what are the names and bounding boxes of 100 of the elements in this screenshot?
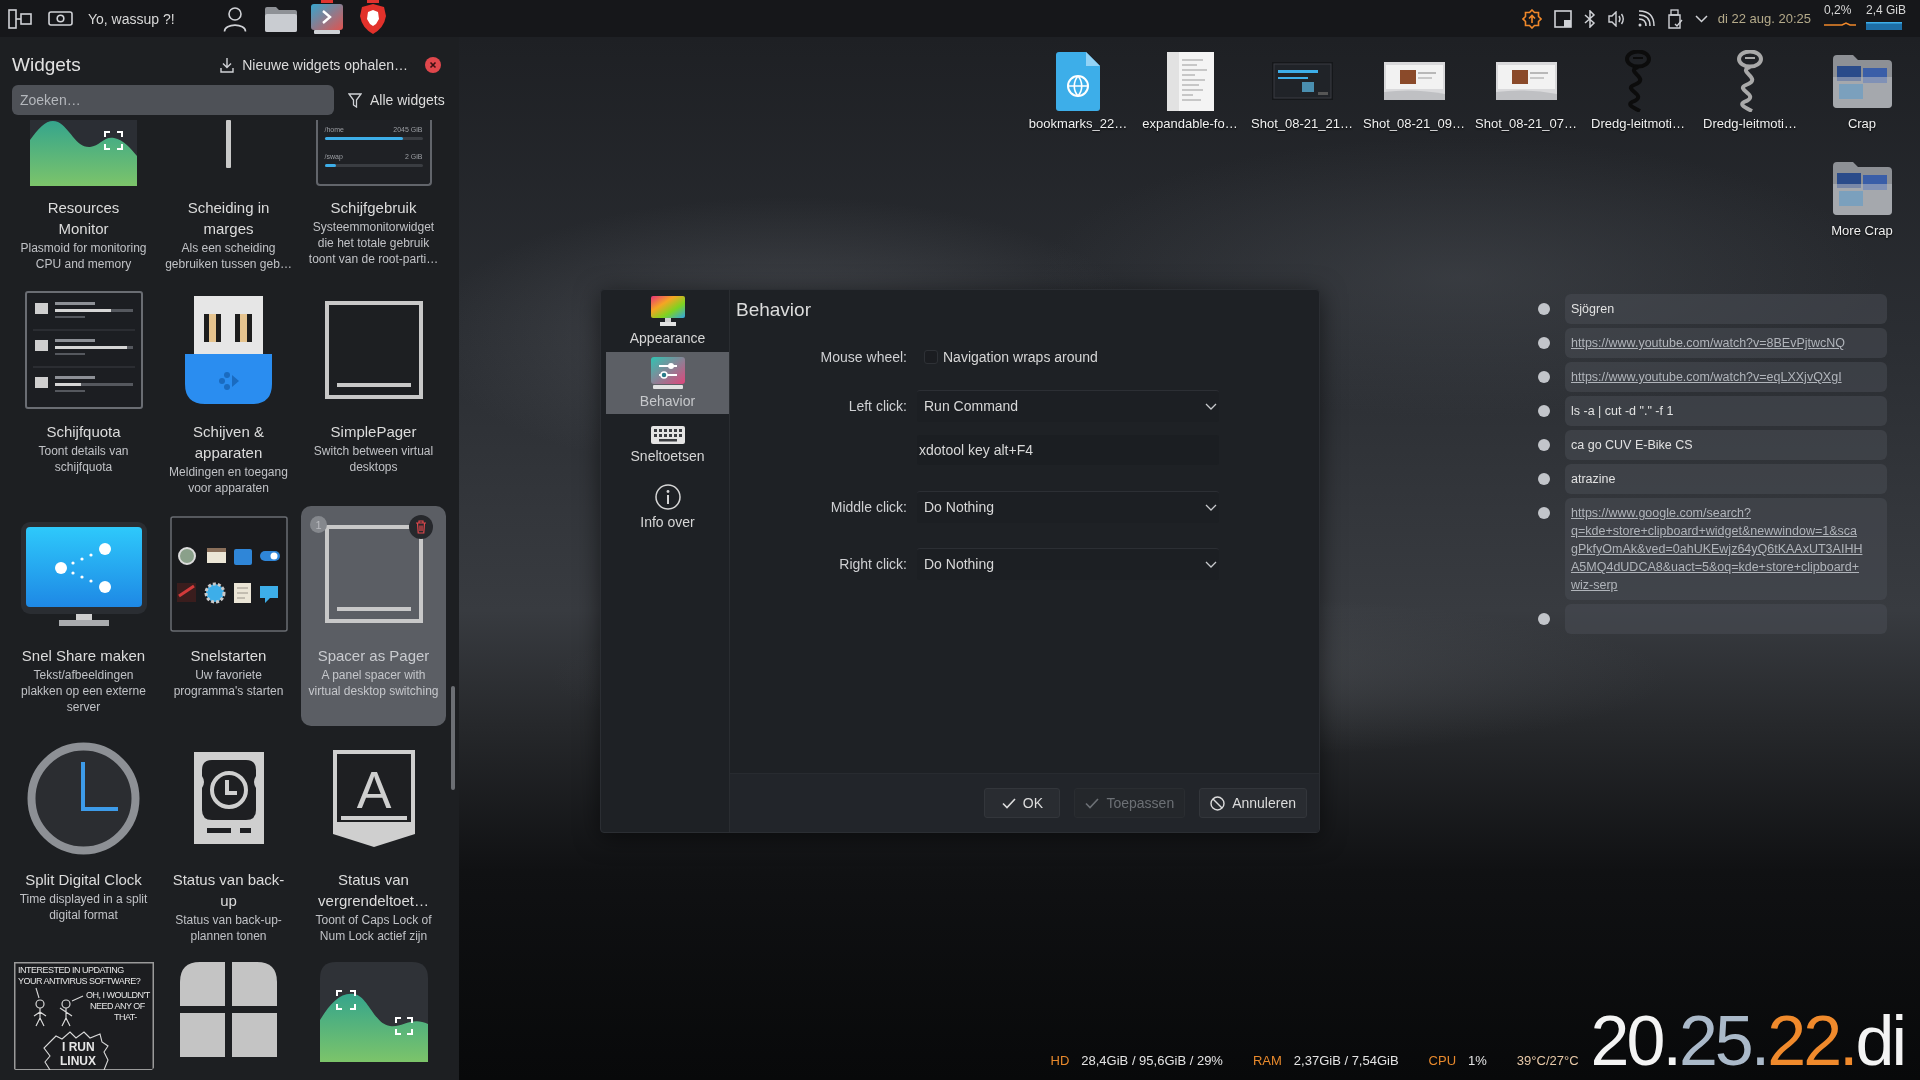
command-field[interactable]: xdotool key alt+F4	[917, 434, 1219, 465]
monitor-share-icon	[20, 522, 147, 626]
desktop-item[interactable]: Shot_08-21_09…	[1358, 48, 1470, 132]
widget-item[interactable]: A Status van vergrendeltoet… Toont of Caps Lock of Num Lock actief zijn	[301, 730, 446, 950]
greeting-text: Yo, wassup ?!	[88, 10, 176, 27]
memory-graph	[1865, 22, 1902, 30]
download-icon	[220, 57, 235, 73]
clipboard-entry[interactable]: ls -a | cut -d "." -f 1	[1565, 396, 1887, 426]
widget-item[interactable]: Snel Share maken Tekst/afbeeldingen plakken op een externe server	[11, 506, 156, 726]
gear-arrow-icon[interactable]	[1521, 8, 1542, 29]
stick-figure	[32, 999, 47, 1027]
volume-icon[interactable]	[1607, 10, 1626, 27]
page-title: Behavior	[735, 298, 812, 322]
desktop-item[interactable]: Shot_08-21_21…	[1246, 48, 1358, 132]
widget-description: Status van back-up-plannen tonen	[174, 912, 283, 944]
comic-text: I RUN	[61, 1040, 95, 1054]
clipboard-entry[interactable]: atrazine	[1565, 464, 1887, 494]
ok-button[interactable]: OK	[984, 788, 1061, 818]
desktop-item[interactable]: bookmarks_22…	[1022, 48, 1134, 132]
widget-title: SimplePager	[330, 422, 417, 442]
widget-item[interactable]: SimplePager Switch between virtual desktops	[301, 282, 446, 502]
screenshot-thumbnail[interactable]	[1383, 62, 1445, 100]
sidebar-item[interactable]: Info over	[606, 476, 729, 538]
chevron-down-icon[interactable]	[1694, 14, 1708, 23]
search-field[interactable]: Zoeken…	[12, 85, 334, 115]
bullet-icon	[1538, 303, 1550, 315]
clipboard-entry[interactable]: https://www.google.com/search? q=kde+store+clipboard+widget&newwindow=1&sca gPkfyOmAk&ved=0ahUKEwjz64yQ6tKAAxUT3AIHH A5MQ4dUDCA8&uact=5&oq=kde+store+clipboard+ wiz-serp	[1565, 498, 1887, 600]
clipboard-entry[interactable]: https://www.youtube.com/watch?v=8BEvPjtwcNQ	[1565, 328, 1887, 358]
delete-button[interactable]	[409, 515, 433, 539]
cpu-sparkline	[1823, 22, 1856, 26]
panel-icon[interactable]	[8, 8, 32, 29]
get-new-widgets-button[interactable]: Nieuwe widgets ophalen…	[220, 57, 408, 73]
chevron-down-icon	[1205, 560, 1217, 568]
close-icon[interactable]	[425, 57, 441, 73]
area-chart-tile-icon	[319, 962, 428, 1062]
widget-title: Schijfquota	[46, 422, 121, 442]
widget-description: Tekst/afbeeldingen plakken op een externe server	[20, 667, 147, 715]
link[interactable]: https://www.youtube.com/watch?v=eqLXXjvQXgI	[1571, 368, 1881, 386]
wifi-icon[interactable]	[1637, 10, 1655, 27]
desktop-item[interactable]: Crap	[1806, 48, 1918, 132]
globe-document-icon[interactable]	[1056, 51, 1100, 111]
camera-icon[interactable]	[48, 11, 73, 26]
desktop-item[interactable]: More Crap	[1806, 155, 1918, 239]
hard-drive-clock-icon	[193, 752, 264, 844]
link[interactable]: https://www.youtube.com/watch?v=8BEvPjtwcNQ	[1571, 334, 1881, 352]
link[interactable]: https://www.google.com/search? q=kde+store+clipboard+widget&newwindow=1&sca gPkfyOmAk&ved=0ahUKEwjz64yQ6tKAAxUT3AIHH A5MQ4dUDCA8&uact=5&oq=kde+store+clipboard+ wiz-serp	[1571, 504, 1881, 594]
bullet-icon	[1538, 613, 1550, 625]
pager-square-icon	[324, 301, 423, 399]
clock-text[interactable]: di 22 aug. 20:25	[1717, 11, 1811, 26]
widget-title: Snel Share maken	[21, 646, 146, 666]
chevron-down-icon	[1205, 402, 1217, 410]
widget-title: Scheiding in marges	[186, 198, 271, 239]
cpu-usage-text: 0,2%	[1823, 3, 1852, 17]
option-text[interactable]: Navigation wraps around	[943, 348, 1098, 365]
leader-line	[70, 995, 84, 1002]
cancel-button[interactable]: Annuleren	[1199, 788, 1307, 818]
usb-drive-icon[interactable]	[1666, 8, 1683, 29]
clipboard-entry[interactable]: Sjögren	[1565, 294, 1887, 324]
widget-title: Status van vergrendeltoet…	[317, 870, 430, 911]
clock-minutes: 25.	[1678, 1006, 1768, 1076]
widget-description: Plasmoid for monitoring CPU and memory	[19, 240, 148, 272]
widget-item[interactable]: Scheiding in marges Als een scheiding gebruiken tussen geb…	[156, 120, 301, 278]
comic-text: THAT-	[113, 1012, 137, 1022]
clipboard-entry[interactable]: https://www.youtube.com/watch?v=eqLXXjvQXgI	[1565, 362, 1887, 392]
document-thumbnail[interactable]	[1166, 51, 1214, 111]
clock-hours: 20.	[1590, 1006, 1679, 1076]
clock-weekday: di	[1855, 1006, 1904, 1076]
note-icon[interactable]	[1553, 9, 1572, 28]
widget-title: Split Digital Clock	[25, 870, 142, 890]
screenshot-thumbnail[interactable]	[1271, 62, 1333, 100]
widget-item[interactable]: Schijfquota Toont details van schijfquota	[11, 282, 156, 502]
widget-item[interactable]: Schijven & apparaten Meldingen en toegang voor apparaten	[156, 282, 301, 502]
sidebar-item[interactable]: Appearance	[606, 290, 729, 352]
widget-description: Switch between virtual desktops	[312, 443, 435, 475]
color-monitor-icon	[650, 296, 685, 326]
sidebar-item[interactable]: Behavior	[606, 352, 729, 414]
bluetooth-icon[interactable]	[1583, 9, 1596, 28]
widget-item[interactable]: Split Digital Clock Time displayed in a split digital format	[11, 730, 156, 950]
widget-item[interactable]: Snelstarten Uw favoriete programma's starten	[156, 506, 301, 726]
spiral-figure-icon[interactable]	[1734, 50, 1766, 112]
speech-burst	[42, 1031, 109, 1070]
sliders-icon	[650, 357, 685, 389]
image-folder-icon[interactable]	[1832, 161, 1892, 215]
clipboard-entry[interactable]: ca go CUV E-Bike CS	[1565, 430, 1887, 460]
scrollbar[interactable]	[451, 686, 455, 790]
widget-description: Toont of Caps Lock of Num Lock actief zijn	[314, 912, 433, 944]
filter-button[interactable]: Alle widgets	[348, 92, 445, 108]
info-icon	[654, 484, 681, 510]
widget-item[interactable]: Status van back-up Status van back-up-plannen tonen	[156, 730, 301, 950]
desktop-item[interactable]: expandable-fo…	[1134, 48, 1246, 132]
sidebar-item[interactable]: Sneltoetsen	[606, 414, 729, 476]
desktop-item[interactable]: Shot_08-21_07…	[1470, 48, 1582, 132]
desktop-item[interactable]: Dredg-leitmoti…	[1582, 48, 1694, 132]
widget-item[interactable]: Resources Monitor Plasmoid for monitoring CPU and memory	[11, 120, 156, 278]
stat-label: RAM	[1252, 1053, 1282, 1068]
widget-item[interactable]: INTERESTED IN UPDATING YOUR ANTIVIRUS SOFTWARE? OH, I WOULDN'T NEED ANY OF THAT- I RUN LINUX	[11, 954, 156, 1072]
image-folder-icon[interactable]	[1832, 54, 1892, 108]
desktop-item[interactable]: Dredg-leitmoti…	[1694, 48, 1806, 132]
screenshot-thumbnail[interactable]	[1495, 62, 1557, 100]
field-label: Right click:	[838, 555, 907, 572]
